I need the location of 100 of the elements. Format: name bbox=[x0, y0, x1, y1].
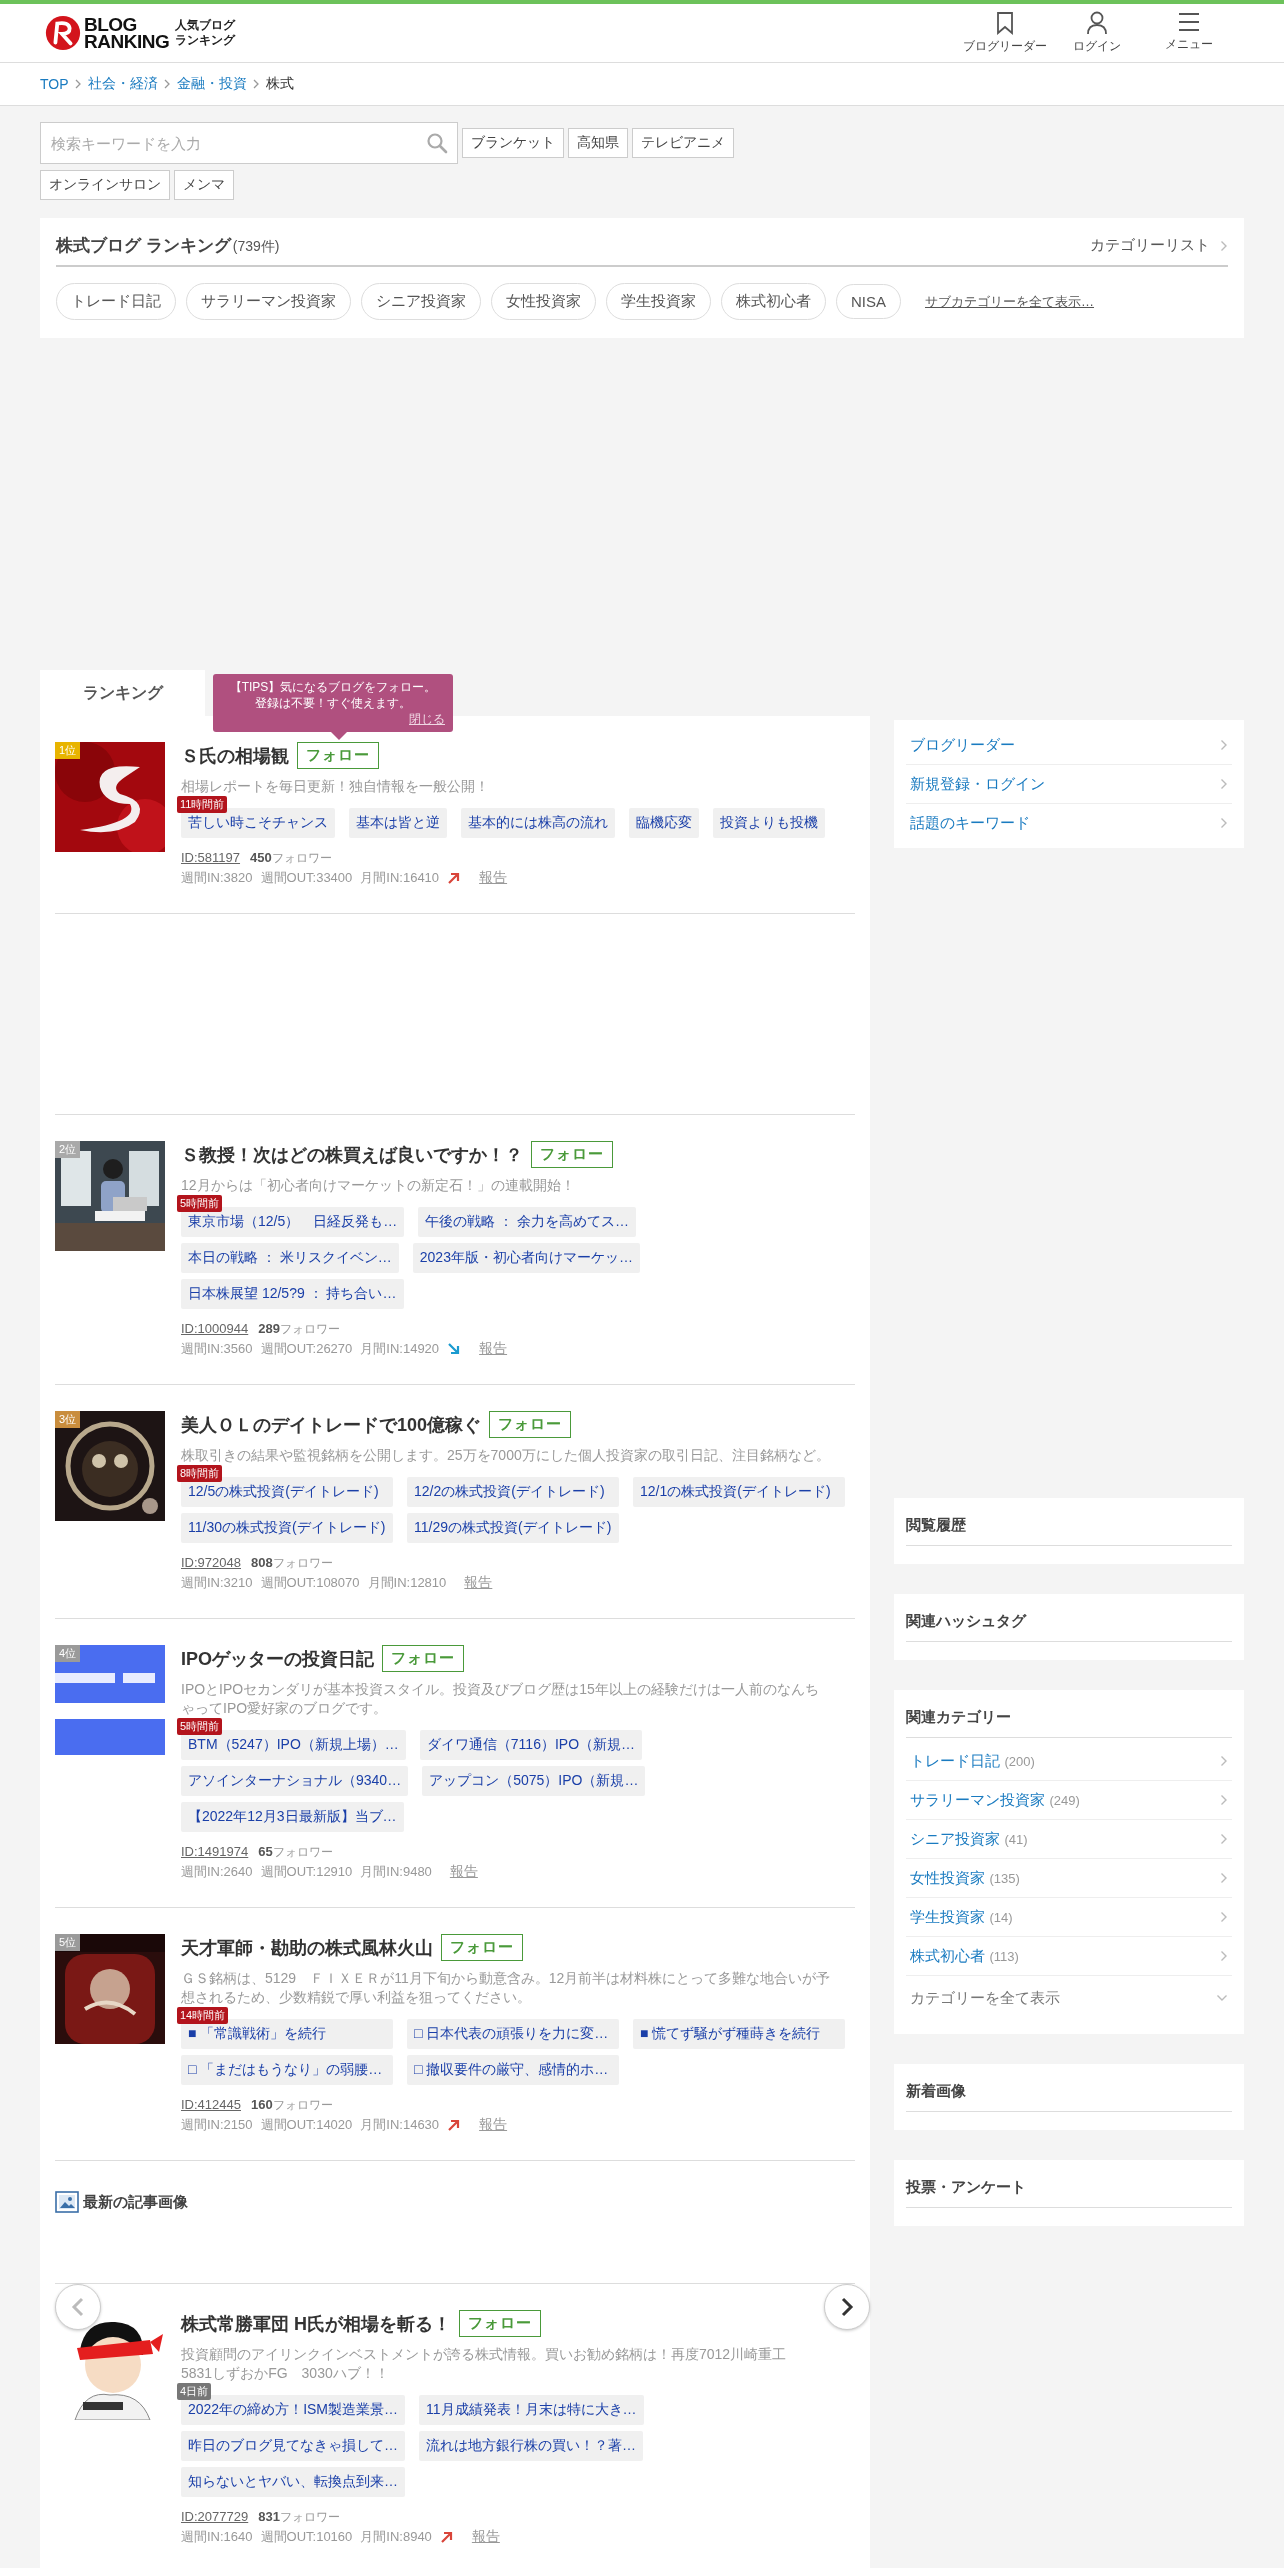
tips-text: 【TIPS】気になるブログをフォロー。 bbox=[229, 679, 437, 695]
nav-label[interactable]: ブログリーダー bbox=[963, 38, 1047, 55]
blog-id-link[interactable]: ID:412445 bbox=[181, 2097, 241, 2112]
article-link[interactable]: 11月成績発表！月末は特に大き… bbox=[419, 2395, 644, 2425]
user-icon[interactable] bbox=[1086, 11, 1108, 35]
chevron-icon bbox=[1220, 778, 1228, 790]
category-list-link[interactable]: カテゴリーリスト bbox=[1090, 236, 1210, 255]
article-link[interactable]: 基本は皆と逆 bbox=[349, 808, 447, 838]
follow-button[interactable]: フォロー bbox=[382, 1645, 464, 1672]
article-link[interactable]: ■ 慌てず騒がず種蒔きを続行 bbox=[633, 2019, 845, 2049]
follow-button[interactable]: フォロー bbox=[441, 1934, 523, 1961]
follow-button[interactable]: フォロー bbox=[297, 742, 379, 769]
blog-id-link[interactable]: ID:972048 bbox=[181, 1555, 241, 1570]
subcategory-link[interactable]: サブカテゴリーを全て表示… bbox=[925, 292, 1094, 311]
article-link[interactable]: 本日の戦略 ： 米リスクイベン… bbox=[181, 1243, 399, 1273]
article-link[interactable]: 11/30の株式投資(デイトレード) bbox=[181, 1513, 393, 1543]
article-link[interactable]: 【2022年12月3日最新版】当ブ… bbox=[181, 1802, 404, 1832]
breadcrumb-item[interactable]: 金融・投資 bbox=[176, 75, 247, 93]
tips-text: 登録は不要！すぐ使えます。 bbox=[255, 695, 411, 711]
category-link[interactable]: 学生投資家 bbox=[910, 1907, 985, 1925]
follow-button[interactable]: フォロー bbox=[459, 2310, 541, 2337]
blog-title[interactable]: 美人ＯＬのデイトレードで100億稼ぐ bbox=[181, 1412, 482, 1437]
chevron-icon bbox=[1220, 739, 1228, 751]
breadcrumb-item[interactable]: TOP bbox=[40, 76, 69, 92]
keyword-tag[interactable]: ブランケット bbox=[462, 128, 564, 158]
stat-text: 週間OUT:108070 bbox=[260, 1574, 360, 1592]
category-link[interactable]: 女性投資家 bbox=[910, 1868, 985, 1886]
stat-text: 週間OUT:10160 bbox=[260, 2528, 353, 2546]
nav-label[interactable]: ログイン bbox=[1073, 38, 1121, 55]
article-link[interactable]: 12/1の株式投資(デイトレード) bbox=[633, 1477, 845, 1507]
sidebar-link[interactable]: 話題のキーワード bbox=[910, 813, 1030, 833]
category-link[interactable]: シニア投資家 bbox=[910, 1829, 1000, 1847]
sidebar-heading: 関連ハッシュタグ bbox=[906, 1598, 1232, 1642]
search-field[interactable]: 検索キーワードを入力 bbox=[40, 122, 458, 164]
article-link[interactable]: アップコン（5075）IPO（新規… bbox=[422, 1766, 646, 1796]
bookmark-icon[interactable] bbox=[995, 11, 1015, 35]
logo-text[interactable]: BLOG bbox=[84, 16, 170, 33]
article-link[interactable]: □ 日本代表の頑張りを力に変… bbox=[407, 2019, 619, 2049]
blog-title[interactable]: 株式常勝軍団 H氏が相場を斬る！ bbox=[181, 2311, 451, 2336]
article-link[interactable]: 投資よりも投機 bbox=[713, 808, 825, 838]
category-link[interactable]: 株式初心者 bbox=[910, 1946, 985, 1964]
blog-id-link[interactable]: ID:2077729 bbox=[181, 2509, 249, 2524]
stat-text: 月間IN:12810 bbox=[367, 1574, 447, 1592]
article-link[interactable]: 基本的には株高の流れ bbox=[461, 808, 615, 838]
article-link[interactable]: 流れは地方銀行株の買い！？著… bbox=[419, 2431, 643, 2461]
blog-title[interactable]: Ｓ教授！次はどの株買えば良いですか！？ bbox=[181, 1142, 523, 1167]
article-link[interactable]: □ 「まだはもうなり」の弱腰… bbox=[181, 2055, 393, 2085]
blog-id-link[interactable]: ID:1000944 bbox=[181, 1321, 249, 1336]
category-link[interactable]: トレード日記 bbox=[910, 1751, 1000, 1769]
chevron-icon bbox=[1220, 1833, 1228, 1845]
article-link[interactable]: 12/2の株式投資(デイトレード) bbox=[407, 1477, 619, 1507]
breadcrumb-item[interactable]: 社会・経済 bbox=[87, 75, 158, 93]
time-badge: 11時間前 bbox=[177, 796, 228, 813]
follower-count: 289 bbox=[258, 1321, 280, 1336]
article-link[interactable]: 午後の戦略 ： 余力を高めてス… bbox=[418, 1207, 637, 1237]
blog-id-link[interactable]: ID:581197 bbox=[181, 850, 241, 865]
article-link[interactable]: 昨日のブログ見てなきゃ損して… bbox=[181, 2431, 405, 2461]
blog-title[interactable]: Ｓ氏の相場観 bbox=[181, 743, 289, 768]
blog-title[interactable]: 天才軍師・勘助の株式風林火山 bbox=[181, 1935, 433, 1960]
nav-label[interactable]: メニュー bbox=[1165, 36, 1213, 53]
article-link[interactable]: 11/29の株式投資(デイトレード) bbox=[407, 1513, 619, 1543]
chevron-icon bbox=[252, 79, 260, 89]
blog-description: ＧＳ銘柄は、5129 ＦＩＸＥＲが11月下旬から動意含み。12月前半は材料株にとって多難な地合いが予想されるため、少数精鋭で厚い利益を狙ってください。 bbox=[181, 1969, 831, 2007]
article-link[interactable]: 日本株展望 12/5?9 ： 持ち合い… bbox=[181, 1279, 404, 1309]
blog-description: 12月からは「初心者向けマーケットの新定石！」の連載開始！ bbox=[181, 1176, 576, 1195]
sidebar-link[interactable]: 新規登録・ログイン bbox=[910, 774, 1045, 794]
keyword-tag[interactable]: テレビアニメ bbox=[632, 128, 734, 158]
follower-label: フォロワー bbox=[272, 1555, 333, 1572]
keyword-tag[interactable]: 高知県 bbox=[568, 128, 628, 158]
blog-id-link[interactable]: ID:1491974 bbox=[181, 1844, 249, 1859]
article-link[interactable]: 臨機応変 bbox=[629, 808, 699, 838]
ranking-tab[interactable]: ランキング bbox=[40, 670, 205, 716]
sidebar-link[interactable]: ブログリーダー bbox=[910, 735, 1015, 755]
stat-text: 月間IN:8940 bbox=[360, 2528, 432, 2546]
keyword-tag[interactable]: メンマ bbox=[174, 170, 234, 200]
logo-text[interactable]: RANKING bbox=[84, 33, 170, 50]
article-link[interactable]: □ 撤収要件の厳守、感情的ホ… bbox=[407, 2055, 619, 2085]
follow-button[interactable]: フォロー bbox=[531, 1141, 613, 1168]
chevron-right-icon bbox=[840, 2297, 854, 2317]
show-all-link[interactable]: カテゴリーを全て表示 bbox=[910, 1988, 1060, 2008]
follower-label: フォロワー bbox=[271, 850, 332, 867]
menu-icon[interactable] bbox=[1177, 11, 1201, 33]
article-link[interactable]: 知らないとヤバい、転換点到来… bbox=[181, 2467, 405, 2497]
close-link[interactable]: 閉じる bbox=[409, 711, 445, 728]
article-link[interactable]: アソインターナショナル（9340… bbox=[181, 1766, 409, 1796]
stat-text: 月間IN:14630 bbox=[360, 2116, 440, 2134]
article-link[interactable]: ダイワ通信（7116）IPO（新規… bbox=[419, 1730, 643, 1760]
keyword-tag[interactable]: オンラインサロン bbox=[40, 170, 170, 200]
blog-title[interactable]: IPOゲッターの投資日記 bbox=[181, 1646, 374, 1671]
chevron-icon bbox=[1220, 817, 1228, 829]
time-badge: 5時間前 bbox=[177, 1195, 223, 1212]
follow-button[interactable]: フォロー bbox=[489, 1411, 572, 1438]
logo-icon[interactable] bbox=[44, 14, 82, 52]
chevron-icon bbox=[74, 79, 82, 89]
stat-text: 週間OUT:26270 bbox=[260, 1340, 353, 1358]
category-link[interactable]: サラリーマン投資家 bbox=[910, 1790, 1045, 1808]
next-button[interactable] bbox=[824, 2284, 870, 2330]
follower-label: フォロワー bbox=[272, 1844, 333, 1861]
article-link[interactable]: 2023年版・初心者向けマーケッ… bbox=[412, 1243, 640, 1273]
article-link[interactable]: 2022年の締め方！ISM製造業景… bbox=[181, 2395, 406, 2425]
